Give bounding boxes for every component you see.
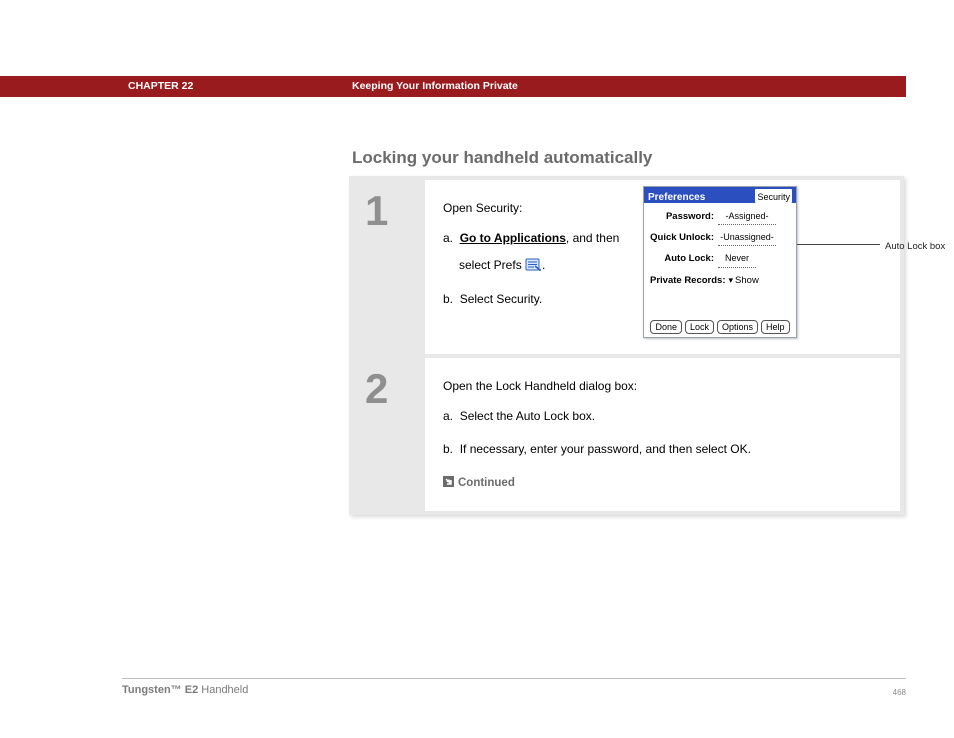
- palm-titlebar: Preferences Security: [644, 187, 796, 203]
- palm-label: Quick Unlock:: [650, 229, 714, 246]
- palm-lock-button[interactable]: Lock: [685, 320, 714, 334]
- palm-title-left: Preferences: [648, 189, 705, 203]
- palm-label: Password:: [650, 208, 714, 225]
- text: Select Security.: [460, 292, 542, 306]
- palm-row-password: Password: -Assigned-: [650, 208, 790, 225]
- callout-line: [797, 244, 880, 245]
- prefs-icon: [525, 257, 542, 272]
- text: Select the Auto Lock box.: [460, 409, 595, 423]
- chapter-header: CHAPTER 22 Keeping Your Information Priv…: [0, 76, 906, 97]
- text: .: [542, 258, 545, 272]
- step-number-cell: 2: [353, 358, 425, 511]
- text-line: select Prefs .: [459, 255, 635, 277]
- palm-row-autolock: Auto Lock: Never: [650, 250, 790, 267]
- footer-product-bold: Tungsten™ E2: [122, 684, 198, 696]
- step-sub-a: a. Select the Auto Lock box.: [443, 406, 886, 428]
- step-intro: Open the Lock Handheld dialog box:: [443, 376, 886, 398]
- footer-product: Tungsten™ E2 Handheld: [122, 684, 248, 696]
- palm-private-label: Private Records:: [650, 275, 726, 286]
- step-2: 2 Open the Lock Handheld dialog box: a. …: [353, 358, 900, 511]
- step-sub-b: b. If necessary, enter your password, an…: [443, 439, 886, 461]
- continued-label: Continued: [458, 477, 515, 489]
- palm-preferences-screenshot: Preferences Security Password: -Assigned…: [643, 186, 797, 338]
- palm-password-value[interactable]: -Assigned-: [718, 208, 776, 225]
- text: select Prefs: [459, 258, 525, 272]
- text: If necessary, enter your password, and t…: [460, 442, 751, 456]
- go-to-applications-link[interactable]: Go to Applications: [460, 231, 566, 245]
- continued-arrow-icon: [443, 476, 454, 487]
- bullet-b: b.: [443, 442, 453, 456]
- step-body: Open the Lock Handheld dialog box: a. Se…: [425, 358, 900, 511]
- footer-page-number: 468: [893, 688, 906, 697]
- palm-help-button[interactable]: Help: [761, 320, 790, 334]
- palm-private-value[interactable]: Show: [735, 275, 759, 286]
- palm-label: Auto Lock:: [650, 250, 714, 267]
- footer-product-rest: Handheld: [198, 684, 248, 696]
- text: , and then: [566, 231, 619, 245]
- footer-rule: [122, 678, 906, 679]
- continued-indicator: Continued: [443, 473, 886, 494]
- palm-title-right: Security: [755, 189, 792, 203]
- callout-autolock: Auto Lock box: [885, 238, 954, 255]
- step-sub-a: a. Go to Applications, and then select P…: [443, 228, 635, 277]
- step-sub-b: b. Select Security.: [443, 289, 635, 311]
- step-number: 2: [365, 368, 425, 410]
- step-intro: Open Security:: [443, 198, 635, 220]
- palm-body: Password: -Assigned- Quick Unlock: -Unas…: [644, 203, 796, 289]
- section-heading: Locking your handheld automatically: [352, 148, 652, 168]
- bullet-a: a.: [443, 231, 453, 245]
- palm-row-quickunlock: Quick Unlock: -Unassigned-: [650, 229, 790, 246]
- chapter-label: CHAPTER 22: [128, 80, 193, 92]
- step-number-cell: 1: [353, 180, 425, 354]
- steps-container: 1 Open Security: a. Go to Applications, …: [349, 176, 904, 515]
- chapter-title: Keeping Your Information Private: [352, 80, 518, 92]
- palm-options-button[interactable]: Options: [717, 320, 758, 334]
- palm-button-row: Done Lock Options Help: [644, 320, 796, 334]
- palm-quickunlock-value[interactable]: -Unassigned-: [718, 229, 776, 246]
- step-number: 1: [365, 190, 425, 232]
- bullet-b: b.: [443, 292, 453, 306]
- palm-autolock-value[interactable]: Never: [718, 250, 756, 267]
- dropdown-arrow-icon[interactable]: [726, 275, 736, 286]
- step-body: Open Security: a. Go to Applications, an…: [425, 180, 900, 354]
- palm-done-button[interactable]: Done: [650, 320, 682, 334]
- bullet-a: a.: [443, 409, 453, 423]
- palm-private-records: Private Records: Show: [650, 272, 790, 289]
- step-1: 1 Open Security: a. Go to Applications, …: [353, 180, 900, 354]
